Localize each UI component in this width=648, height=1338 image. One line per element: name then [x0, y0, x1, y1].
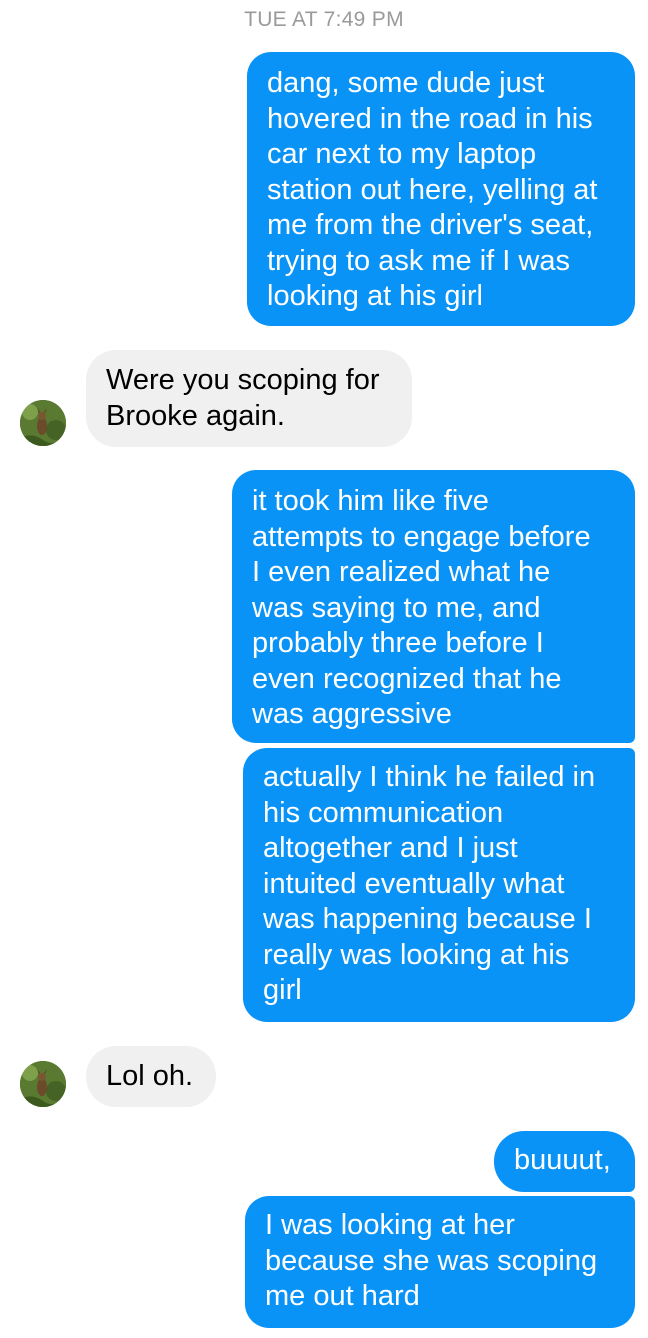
outgoing-message[interactable]: dang, some dude just hovered in the road…: [247, 52, 635, 326]
outgoing-message[interactable]: it took him like five attempts to engage…: [232, 470, 635, 743]
message-timestamp: TUE AT 7:49 PM: [244, 8, 404, 31]
avatar-photo-icon: [20, 1061, 66, 1107]
avatar-photo-icon: [20, 400, 66, 446]
contact-avatar[interactable]: [20, 400, 66, 446]
incoming-message[interactable]: Were you scoping for Brooke again.: [86, 350, 412, 447]
incoming-message[interactable]: Lol oh.: [86, 1046, 216, 1107]
outgoing-message[interactable]: buuuut,: [494, 1131, 635, 1192]
outgoing-message[interactable]: I was looking at her because she was sco…: [245, 1196, 635, 1328]
outgoing-message[interactable]: actually I think he failed in his commun…: [243, 748, 635, 1022]
contact-avatar[interactable]: [20, 1061, 66, 1107]
